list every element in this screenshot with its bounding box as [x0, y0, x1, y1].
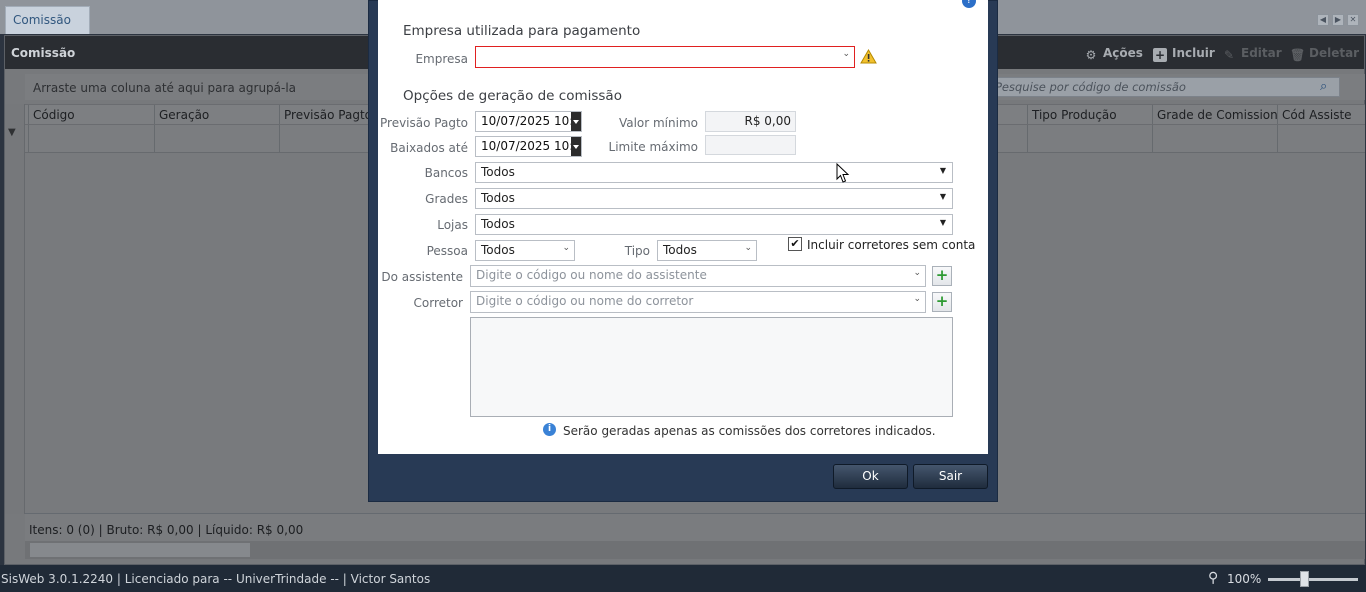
chevron-down-icon: ⌄	[562, 243, 570, 253]
status-bar: SisWeb 3.0.1.2240 | Licenciado para -- U…	[0, 565, 1366, 592]
baixados-label: Baixados até	[390, 141, 468, 155]
empresa-select[interactable]: ⌄	[475, 46, 855, 68]
gear-icon: ⚙	[1085, 48, 1097, 62]
mouse-pointer-icon	[836, 163, 850, 183]
scrollbar-thumb[interactable]	[30, 543, 250, 557]
filter-cell[interactable]	[154, 125, 279, 152]
tab-comissao[interactable]: Comissão	[5, 6, 90, 34]
previsao-datetime[interactable]: 10/07/2025 10:11	[475, 111, 582, 132]
column-header-geracao[interactable]: Geração	[154, 105, 279, 124]
add-button[interactable]: + Incluir	[1153, 45, 1215, 62]
pencil-icon: ✎	[1223, 48, 1235, 62]
edit-label: Editar	[1241, 46, 1282, 60]
empresa-label: Empresa	[415, 52, 468, 66]
pessoa-select[interactable]: Todos ⌄	[475, 240, 575, 261]
chevron-down-icon: ⌄	[744, 243, 752, 253]
tipo-label: Tipo	[624, 244, 650, 258]
zoom-slider[interactable]	[1268, 578, 1358, 581]
trash-icon: 🗑	[1290, 48, 1306, 62]
incluir-sem-conta-label[interactable]: Incluir corretores sem conta	[807, 238, 975, 252]
tab-close-icon[interactable]: ✕	[1347, 14, 1359, 26]
search-input[interactable]: Pesquise por código de comissão	[988, 77, 1340, 97]
column-header-previsao[interactable]: Previsão Pagto	[279, 105, 379, 124]
valor-minimo-label: Valor mínimo	[618, 116, 698, 130]
actions-label: Ações	[1103, 46, 1143, 60]
valor-minimo-field[interactable]: R$ 0,00	[705, 111, 796, 132]
tipo-select[interactable]: Todos ⌄	[657, 240, 757, 261]
previsao-label: Previsão Pagto	[380, 116, 468, 130]
ok-button[interactable]: Ok	[833, 464, 908, 489]
pessoa-label: Pessoa	[426, 244, 468, 258]
section-title-options: Opções de geração de comissão	[403, 88, 622, 104]
section-title-payment: Empresa utilizada para pagamento	[403, 23, 641, 39]
filter-cell[interactable]	[1277, 125, 1365, 152]
filter-cell[interactable]	[279, 125, 379, 152]
zoom-level: 100%	[1227, 572, 1262, 586]
column-header-cod-assistente[interactable]: Cód Assiste	[1277, 105, 1365, 124]
filter-cell[interactable]	[1027, 125, 1152, 152]
delete-label: Deletar	[1309, 46, 1360, 60]
plus-icon: +	[1153, 48, 1167, 62]
grades-select[interactable]: Todos ▼	[475, 188, 953, 209]
chevron-down-icon: ⌄	[913, 268, 921, 278]
edit-button[interactable]: ✎ Editar	[1222, 45, 1282, 62]
caret-down-icon: ▼	[939, 166, 946, 175]
calendar-dropdown-icon[interactable]	[571, 112, 581, 131]
tab-scroll-left-icon[interactable]: ◀	[1317, 14, 1329, 26]
add-corretor-button[interactable]: +	[932, 292, 952, 312]
lojas-label: Lojas	[437, 218, 468, 232]
tab-scroll-right-icon[interactable]: ▶	[1332, 14, 1344, 26]
add-label: Incluir	[1172, 46, 1215, 60]
corretor-label: Corretor	[413, 296, 463, 310]
assistente-input[interactable]: Digite o código ou nome do assistente ⌄	[470, 265, 926, 287]
bancos-select[interactable]: Todos ▼	[475, 162, 953, 183]
corretor-input[interactable]: Digite o código ou nome do corretor ⌄	[470, 291, 926, 313]
zoom-slider-thumb[interactable]	[1300, 571, 1309, 587]
info-message: Serão geradas apenas as comissões dos co…	[563, 424, 936, 438]
chevron-down-icon: ⌄	[913, 294, 921, 304]
grades-label: Grades	[425, 192, 468, 206]
chevron-down-icon: ⌄	[842, 49, 850, 59]
actions-button[interactable]: ⚙ Ações	[1084, 45, 1143, 62]
limite-maximo-label: Limite máximo	[608, 140, 698, 154]
limite-maximo-field[interactable]	[705, 135, 796, 155]
bancos-label: Bancos	[424, 166, 468, 180]
grid-summary: Itens: 0 (0) | Bruto: R$ 0,00 | Líquido:…	[25, 513, 1365, 541]
baixados-datetime[interactable]: 10/07/2025 10:11	[475, 136, 582, 157]
search-icon[interactable]: ⌕	[1320, 79, 1334, 94]
assistente-label: Do assistente	[381, 270, 463, 284]
caret-down-icon: ▼	[939, 192, 946, 201]
info-icon: i	[543, 423, 556, 436]
add-assistente-button[interactable]: +	[932, 266, 952, 286]
plus-icon: +	[935, 292, 949, 310]
filter-icon[interactable]: ▼	[8, 127, 20, 139]
lojas-select[interactable]: Todos ▼	[475, 214, 953, 235]
column-header-tipo-producao[interactable]: Tipo Produção	[1027, 105, 1152, 124]
calendar-dropdown-icon[interactable]	[571, 137, 581, 156]
column-header-grade[interactable]: Grade de Comission...	[1152, 105, 1277, 124]
filter-cell[interactable]	[28, 125, 156, 152]
selected-corretores-list[interactable]	[470, 317, 953, 417]
incluir-sem-conta-checkbox[interactable]: ✔	[788, 237, 802, 251]
delete-button[interactable]: 🗑 Deletar	[1290, 45, 1360, 62]
column-header-codigo[interactable]: Código	[28, 105, 156, 124]
filter-cell[interactable]	[1152, 125, 1277, 152]
caret-down-icon: ▼	[939, 218, 946, 227]
zoom-icon: ⚲	[1208, 570, 1219, 586]
plus-icon: +	[935, 266, 949, 284]
warning-icon	[860, 49, 877, 64]
sair-button[interactable]: Sair	[913, 464, 988, 489]
row-indicator-column	[5, 104, 25, 514]
page-title: Comissão	[11, 46, 76, 60]
